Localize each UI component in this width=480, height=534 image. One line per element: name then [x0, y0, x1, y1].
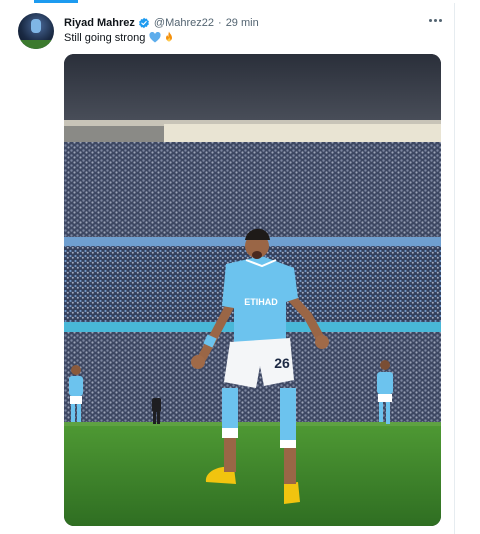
more-dot	[438, 18, 442, 22]
fire-icon	[166, 31, 173, 42]
roof-light	[164, 124, 441, 142]
tweet-card[interactable]: Riyad Mahrez @Mahrez22 · 29 min Still go…	[0, 3, 455, 534]
avatar-figure	[31, 19, 41, 33]
tweet-text: Still going strong	[64, 31, 175, 44]
page: Riyad Mahrez @Mahrez22 · 29 min Still go…	[0, 0, 480, 534]
avatar-grass	[18, 40, 54, 49]
tweet-header: Riyad Mahrez @Mahrez22 · 29 min	[64, 15, 259, 31]
tweet-photo[interactable]: ETIHAD 26	[64, 54, 441, 526]
shirt-number-text: 26	[274, 355, 290, 371]
verified-badge-icon	[138, 17, 149, 29]
tweet-text-content: Still going strong	[64, 31, 146, 44]
upper-crowd	[64, 142, 441, 237]
author-name[interactable]: Riyad Mahrez	[64, 17, 135, 29]
roof-shadow	[64, 126, 164, 142]
blue-heart-icon	[149, 32, 161, 43]
separator-dot: ·	[218, 17, 222, 29]
stadium-roof	[64, 54, 441, 124]
more-dot	[428, 18, 432, 22]
match-photo-illustration: ETIHAD 26	[64, 54, 441, 526]
pitch	[64, 422, 441, 526]
more-options-icon[interactable]	[426, 13, 444, 27]
touchline	[64, 422, 441, 426]
author-handle[interactable]: @Mahrez22	[154, 17, 214, 29]
avatar[interactable]	[18, 13, 54, 49]
tweet-timestamp[interactable]: 29 min	[226, 17, 259, 29]
shirt-sponsor-text: ETIHAD	[244, 297, 278, 307]
more-dot	[433, 18, 437, 22]
